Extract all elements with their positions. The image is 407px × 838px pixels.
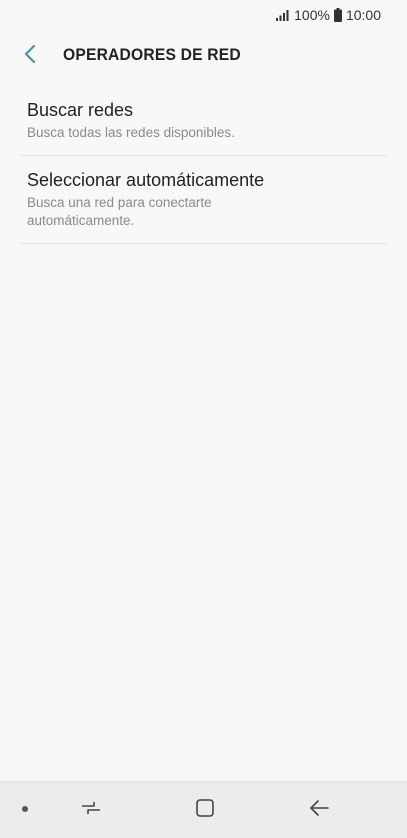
page-title: OPERADORES DE RED <box>63 45 241 64</box>
item-subtitle: Busca una red para conectarte automática… <box>27 195 212 228</box>
item-title: Buscar redes <box>27 100 134 120</box>
home-button[interactable] <box>191 796 219 824</box>
item-title: Seleccionar automáticamente <box>27 170 265 190</box>
home-icon <box>195 798 215 823</box>
select-automatically-item[interactable]: Seleccionar automáticamente Busca una re… <box>0 156 407 244</box>
clock: 10:00 <box>345 7 381 23</box>
back-nav-button[interactable] <box>305 796 333 824</box>
navigation-bar <box>0 781 407 838</box>
signal-icon <box>276 9 290 21</box>
chevron-left-icon <box>23 44 37 69</box>
app-bar: OPERADORES DE RED <box>0 30 407 82</box>
status-bar: 100% 10:00 <box>0 0 407 30</box>
recent-apps-button[interactable] <box>77 796 105 824</box>
recent-apps-icon <box>80 799 102 822</box>
battery-icon <box>333 8 342 22</box>
network-options-list: Buscar redes Busca todas las redes dispo… <box>0 86 407 244</box>
battery-percentage: 100% <box>294 7 330 23</box>
back-arrow-icon <box>308 799 330 822</box>
status-indicators: 100% 10:00 <box>276 7 381 23</box>
dot-icon[interactable] <box>22 806 28 812</box>
item-subtitle: Busca todas las redes disponibles. <box>27 125 235 140</box>
back-button[interactable] <box>14 40 46 72</box>
search-networks-item[interactable]: Buscar redes Busca todas las redes dispo… <box>0 86 407 156</box>
